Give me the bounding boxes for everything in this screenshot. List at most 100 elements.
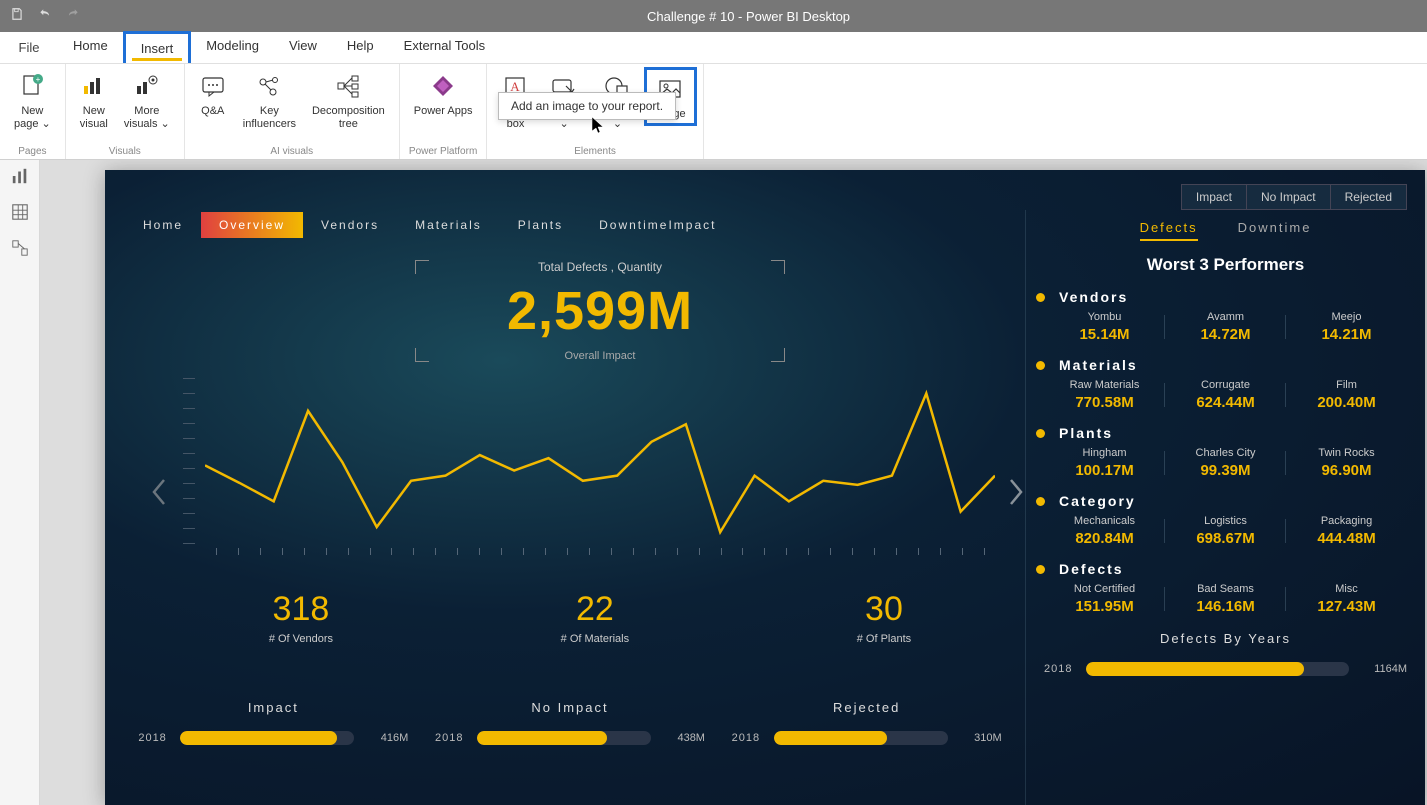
- ribbon-group-power-platform: Power Apps Power Platform: [400, 64, 488, 159]
- impact-year: 2018: [732, 732, 774, 744]
- right-panel-tabs: Defects Downtime: [1044, 220, 1407, 241]
- bullet-icon: [1036, 361, 1045, 370]
- menu-tab-view[interactable]: View: [274, 31, 332, 63]
- perf-name: Raw Materials: [1044, 379, 1165, 391]
- perf-header: Defects: [1044, 561, 1407, 577]
- impact-column: Rejected2018310M: [732, 700, 1002, 757]
- perf-item: Film200.40M: [1286, 379, 1407, 411]
- nav-vendors[interactable]: Vendors: [303, 212, 397, 238]
- perf-value: 770.58M: [1044, 394, 1165, 411]
- perf-name: Corrugate: [1165, 379, 1286, 391]
- perf-value: 444.48M: [1286, 530, 1407, 547]
- dy-year: 2018: [1044, 663, 1086, 675]
- defects-years-title: Defects By Years: [1044, 631, 1407, 646]
- dy-value: 1164M: [1355, 663, 1407, 675]
- nav-downtimeimpact[interactable]: DowntimeImpact: [581, 212, 734, 238]
- perf-item: Logistics698.67M: [1165, 515, 1286, 547]
- menu-tab-help[interactable]: Help: [332, 31, 389, 63]
- title-bar: Challenge # 10 - Power BI Desktop: [0, 0, 1427, 32]
- perf-name: Charles City: [1165, 447, 1286, 459]
- perf-heading: Category: [1059, 493, 1136, 509]
- perf-heading: Defects: [1059, 561, 1124, 577]
- nav-plants[interactable]: Plants: [500, 212, 581, 238]
- ribbon-new-page[interactable]: +New page ⌄: [6, 67, 59, 133]
- right-tab-defects[interactable]: Defects: [1140, 220, 1198, 241]
- dy-bar: [1086, 662, 1349, 676]
- perf-header: Category: [1044, 493, 1407, 509]
- count-card: 318# Of Vendors: [269, 590, 333, 645]
- perf-items: Yombu15.14MAvamm14.72MMeejo14.21M: [1044, 311, 1407, 343]
- undo-icon[interactable]: [38, 7, 52, 26]
- menu-tab-insert[interactable]: Insert: [123, 31, 192, 63]
- defects-year-row: 2018 1164M: [1044, 662, 1407, 676]
- more-visuals-icon: [133, 69, 161, 103]
- views-bar: [0, 160, 40, 805]
- impact-row: 2018416M: [138, 731, 408, 745]
- canvas-area: ImpactNo ImpactRejected HomeOverviewVend…: [40, 160, 1427, 805]
- data-view-icon[interactable]: [11, 203, 29, 221]
- perf-name: Logistics: [1165, 515, 1286, 527]
- impact-section: Impact2018416MNo Impact2018438MRejected2…: [125, 700, 1015, 757]
- nav-materials[interactable]: Materials: [397, 212, 500, 238]
- count-value: 30: [857, 590, 911, 629]
- ribbon-key-influencers[interactable]: Key influencers: [235, 67, 304, 133]
- ribbon-group-label: Power Platform: [409, 146, 477, 157]
- perf-name: Hingham: [1044, 447, 1165, 459]
- ribbon-label: Key influencers: [243, 105, 296, 131]
- impact-column: Impact2018416M: [138, 700, 408, 757]
- impact-title: No Impact: [435, 700, 705, 715]
- filter-impact[interactable]: Impact: [1182, 185, 1247, 209]
- filter-rejected[interactable]: Rejected: [1331, 185, 1406, 209]
- report-view-icon[interactable]: [11, 167, 29, 185]
- perf-group: Category Mechanicals820.84MLogistics698.6…: [1044, 493, 1407, 547]
- perf-item: Twin Rocks96.90M: [1286, 447, 1407, 479]
- ribbon-label: New page ⌄: [14, 105, 51, 131]
- quick-access-toolbar: [10, 7, 80, 26]
- redo-icon[interactable]: [66, 7, 80, 26]
- perf-value: 127.43M: [1286, 598, 1407, 615]
- perf-item: Charles City99.39M: [1165, 447, 1286, 479]
- ribbon-decomposition-tree[interactable]: Decomposition tree: [304, 67, 393, 133]
- menu-tabs: File HomeInsertModelingViewHelpExternal …: [0, 32, 1427, 64]
- ribbon-group-label: AI visuals: [270, 146, 313, 157]
- file-tab[interactable]: File: [0, 31, 58, 63]
- ribbon-new-visual[interactable]: New visual: [72, 67, 116, 133]
- main-kpi: Total Defects , Quantity 2,599M Overall …: [415, 260, 785, 362]
- ribbon-qna[interactable]: Q&A: [191, 67, 235, 120]
- kpi-subtitle: Overall Impact: [415, 350, 785, 362]
- model-view-icon[interactable]: [11, 239, 29, 257]
- right-panel: DefectsDowntime Worst 3 Performers Vendo…: [1025, 210, 1425, 805]
- perf-item: Mechanicals820.84M: [1044, 515, 1165, 547]
- ribbon-label: More visuals ⌄: [124, 105, 170, 131]
- perf-item: Yombu15.14M: [1044, 311, 1165, 343]
- new-visual-icon: [80, 69, 108, 103]
- perf-item: Corrugate 624.44M: [1165, 379, 1286, 411]
- bullet-icon: [1036, 429, 1045, 438]
- power-apps-icon: [429, 69, 457, 103]
- ribbon-group-label: Elements: [574, 146, 616, 157]
- menu-tab-modeling[interactable]: Modeling: [191, 31, 274, 63]
- perf-value: 100.17M: [1044, 462, 1165, 479]
- save-icon[interactable]: [10, 7, 24, 26]
- perf-name: Mechanicals: [1044, 515, 1165, 527]
- count-card: 30# Of Plants: [857, 590, 911, 645]
- new-page-icon: +: [18, 69, 46, 103]
- nav-overview[interactable]: Overview: [201, 212, 303, 238]
- right-tab-downtime[interactable]: Downtime: [1238, 220, 1312, 241]
- menu-tab-external-tools[interactable]: External Tools: [389, 31, 500, 63]
- ribbon-group-ai-visuals: Q&A Key influencers Decomposition tree AI v…: [185, 64, 400, 159]
- report-nav: HomeOverviewVendorsMaterialsPlantsDownti…: [125, 210, 735, 240]
- perf-heading: Vendors: [1059, 289, 1128, 305]
- perf-group: MaterialsRaw Materials770.58MCorrugate62…: [1044, 357, 1407, 411]
- perf-value: 624.44M: [1165, 394, 1286, 411]
- ribbon-more-visuals[interactable]: More visuals ⌄: [116, 67, 178, 133]
- chevron-left-icon[interactable]: [150, 478, 168, 506]
- ribbon-power-apps[interactable]: Power Apps: [406, 67, 481, 120]
- menu-tab-home[interactable]: Home: [58, 31, 123, 63]
- report-canvas[interactable]: ImpactNo ImpactRejected HomeOverviewVend…: [105, 170, 1425, 805]
- chevron-right-icon[interactable]: [1007, 478, 1025, 506]
- perf-header: Vendors: [1044, 289, 1407, 305]
- perf-name: Avamm: [1165, 311, 1286, 323]
- nav-home[interactable]: Home: [125, 212, 201, 238]
- filter-no-impact[interactable]: No Impact: [1247, 185, 1331, 209]
